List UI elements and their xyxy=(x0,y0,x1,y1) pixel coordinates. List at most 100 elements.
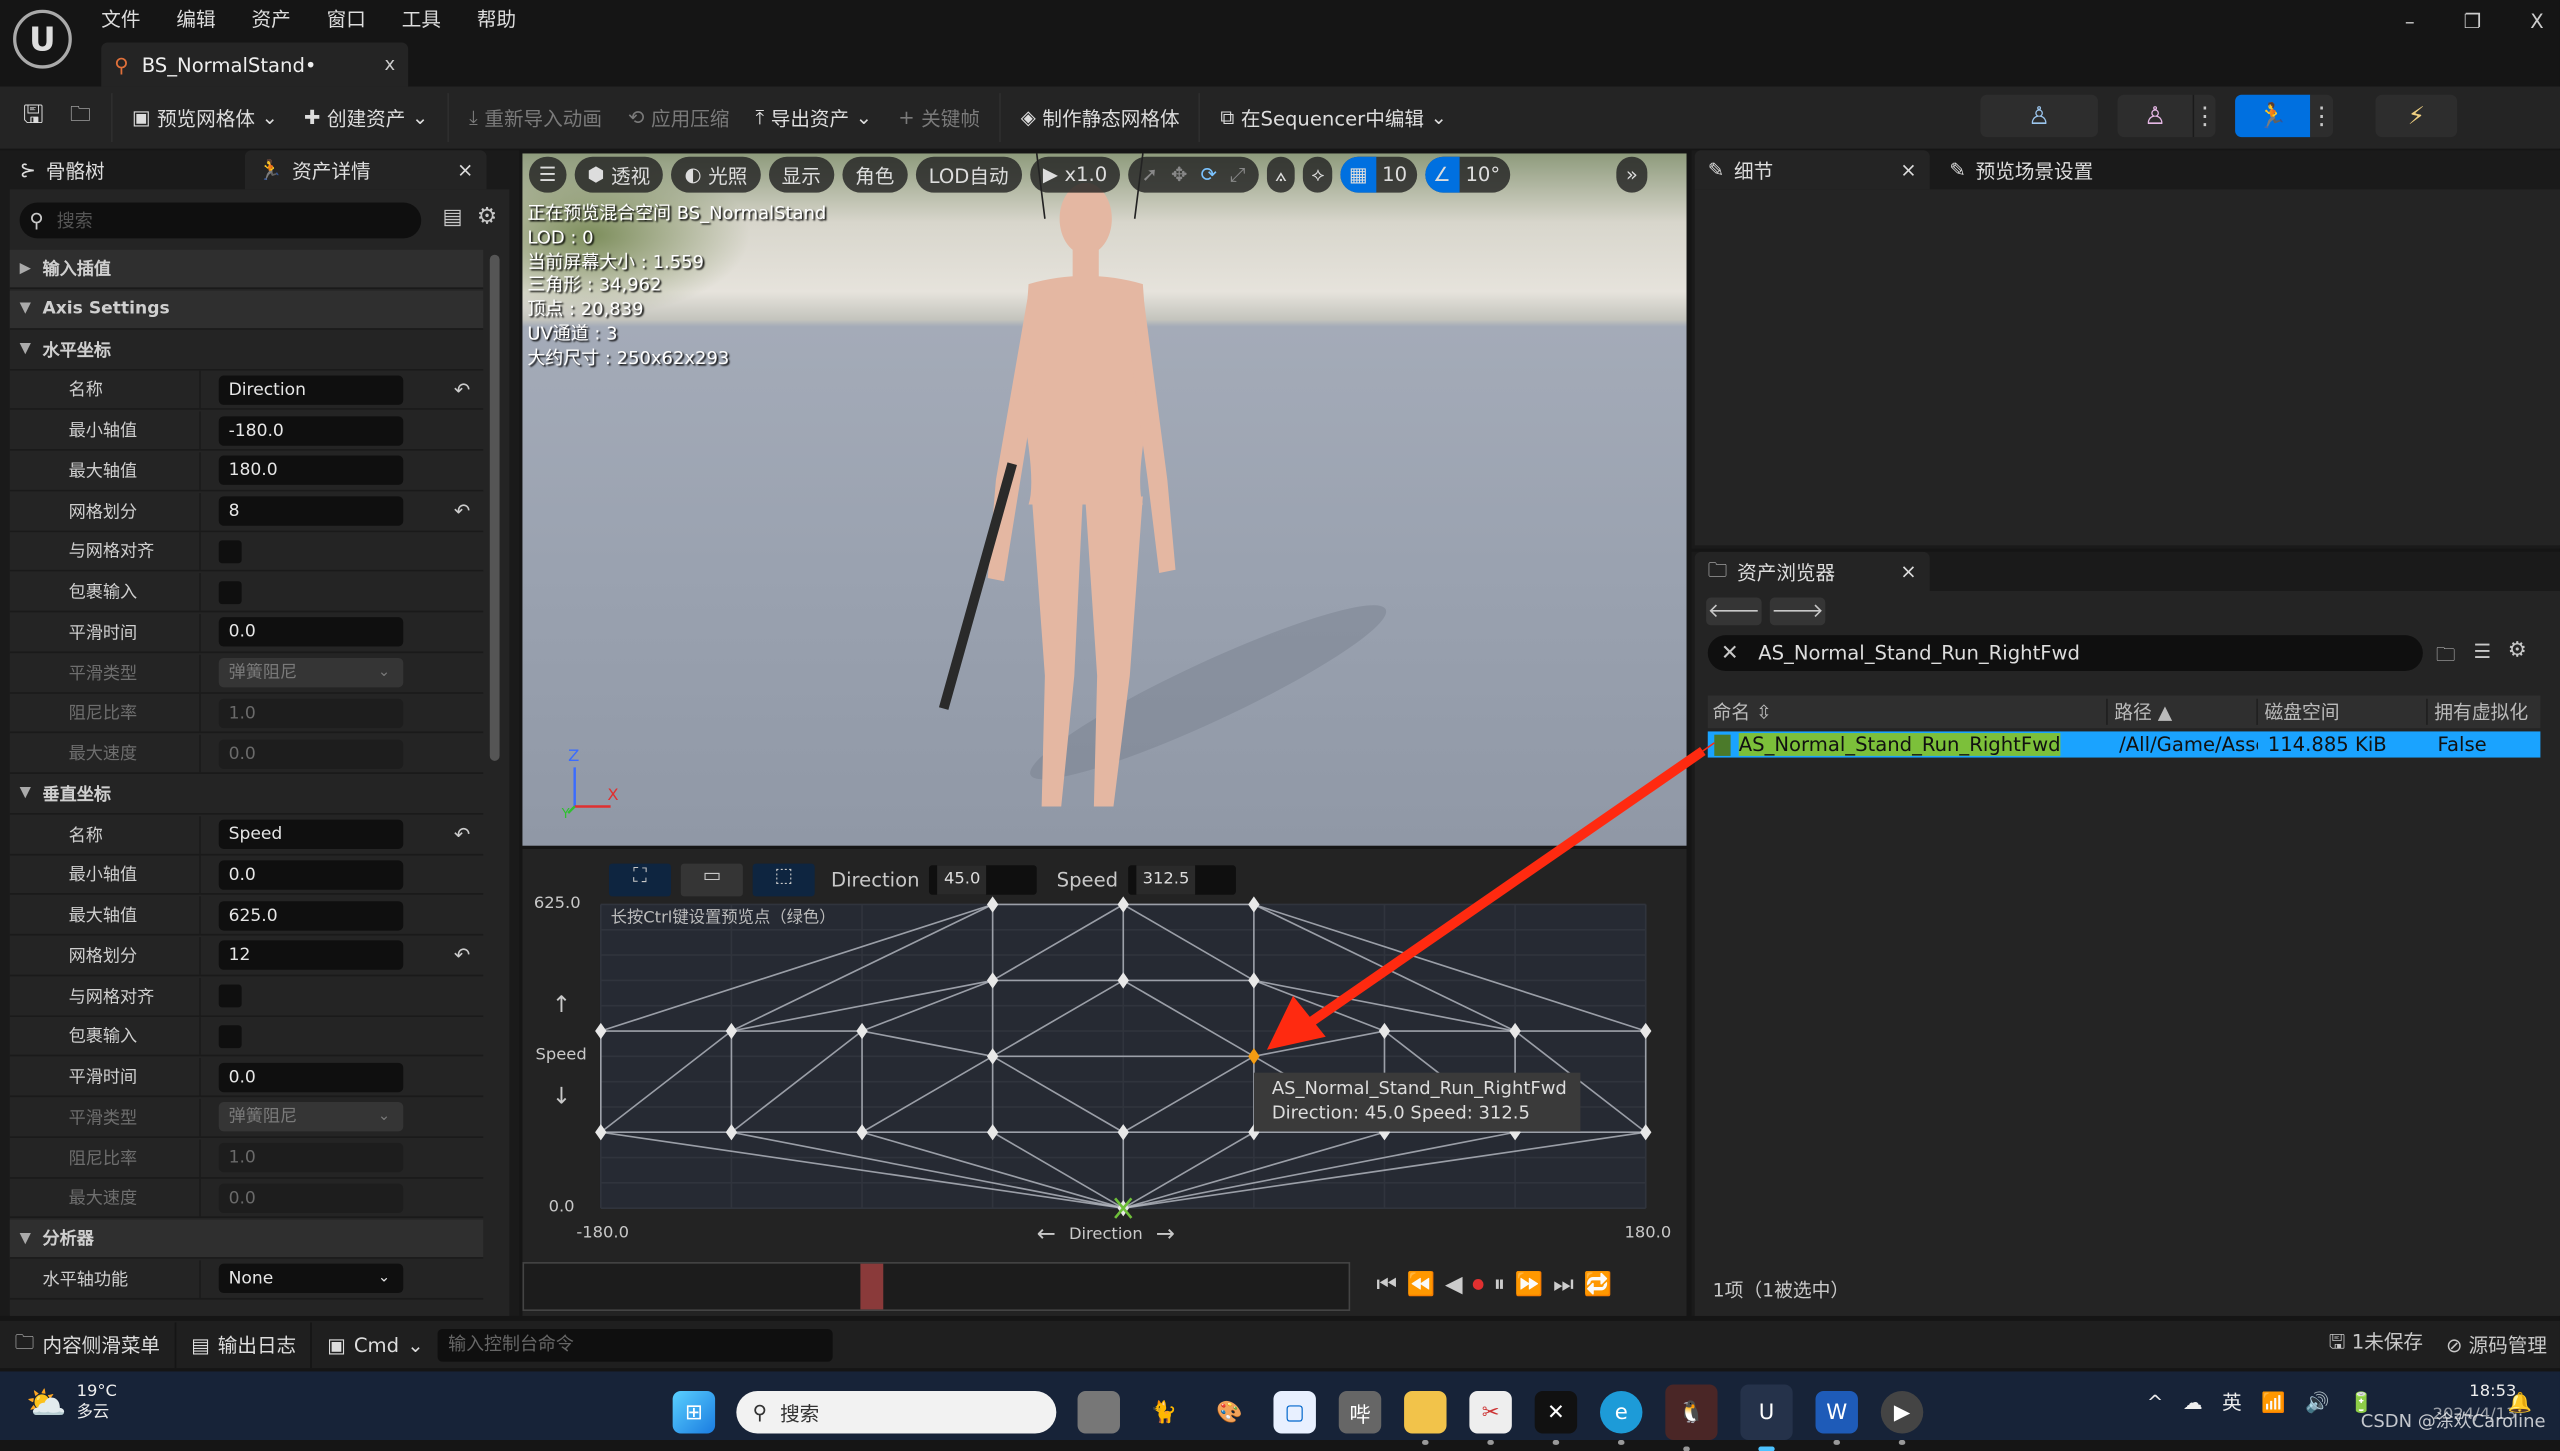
wifi-icon[interactable]: 📶 xyxy=(2261,1390,2285,1413)
animation-mode-button[interactable]: 🏃 xyxy=(2235,94,2311,138)
property-value-input[interactable]: 625.0 xyxy=(218,900,404,930)
folder-icon[interactable]: 🗀 xyxy=(2436,640,2456,674)
asset-search-input[interactable]: ✕ AS_Normal_Stand_Run_RightFwd xyxy=(1707,635,2423,672)
mesh-mode-button[interactable]: ♙ xyxy=(2117,94,2193,138)
character-button[interactable]: 角色 xyxy=(842,156,908,193)
toolbar-button-7[interactable]: ⧉ 在Sequencer中编辑 ⌄ xyxy=(1207,93,1460,142)
loop-button[interactable]: 🔁 xyxy=(1583,1272,1611,1298)
task-view-icon[interactable] xyxy=(1077,1391,1120,1434)
tab-asset-details[interactable]: 🏃 资产详情 × xyxy=(244,150,487,190)
snipping-tool-icon[interactable]: ✂ xyxy=(1469,1391,1512,1445)
input-method-indicator[interactable]: 英 xyxy=(2222,1388,2242,1416)
window-app-icon[interactable]: ▢ xyxy=(1273,1391,1316,1434)
preview-viewport[interactable]: ☰ ⬢ 透视 ◐ 光照 显示 角色 LOD自动 ▶ x1.0 ➚ ✥ ⟳ ⤢ ⟑ ⟡ ▦ 10… xyxy=(522,153,1687,846)
filter-icon[interactable]: ☰ xyxy=(2473,640,2491,663)
toolbar-button-1[interactable]: ✚ 创建资产 ⌄ xyxy=(291,93,441,142)
close-window-button[interactable]: X xyxy=(2530,10,2543,33)
step-forward-button[interactable]: ⏩ xyxy=(1515,1272,1543,1298)
unsaved-button[interactable]: 🖫 1未保存 xyxy=(2329,1327,2423,1361)
details-search-input[interactable]: ⚲ 搜索 xyxy=(19,202,422,239)
property-value-input[interactable]: Direction xyxy=(218,375,404,405)
tab-close-icon[interactable]: × xyxy=(1900,560,1916,583)
timeline-track[interactable] xyxy=(522,1262,1351,1312)
lighting-button[interactable]: ◐ 光照 xyxy=(671,156,761,193)
play-reverse-button[interactable]: ◀ xyxy=(1445,1272,1463,1298)
record-button[interactable]: ⏺ xyxy=(1472,1272,1483,1298)
toolbar-button-3[interactable]: ⟲ 应用压缩 xyxy=(615,93,742,142)
animation-mode-options[interactable]: ⋮ xyxy=(2309,94,2334,138)
property-value-input[interactable]: 8 xyxy=(218,496,404,526)
tab-close-icon[interactable]: x xyxy=(384,54,395,75)
triangle-right-icon[interactable]: ▶ xyxy=(20,260,31,276)
pause-button[interactable]: ⏸ xyxy=(1494,1272,1505,1298)
column-disk-size[interactable]: 磁盘空间 xyxy=(2258,698,2428,725)
misc-app-icon[interactable]: 哔 xyxy=(1338,1391,1382,1434)
minimize-button[interactable]: – xyxy=(2405,10,2415,33)
unreal-engine-taskbar-icon[interactable]: U xyxy=(1740,1384,1793,1451)
settings-gear-icon[interactable]: ⚙ xyxy=(2508,638,2527,662)
document-tab[interactable]: ⚲ BS_NormalStand• x xyxy=(101,42,409,87)
menu-file[interactable]: 文件 xyxy=(101,5,140,33)
property-value-input[interactable]: 0.0 xyxy=(218,617,404,647)
cat-app-icon[interactable]: 🐈 xyxy=(1143,1391,1185,1433)
save-button[interactable]: 🖫 xyxy=(10,93,57,142)
unreal-logo-icon[interactable]: U xyxy=(13,9,72,69)
tab-details[interactable]: ✎ 细节 × xyxy=(1694,150,1930,190)
edge-browser-icon[interactable]: e xyxy=(1599,1391,1643,1445)
category-header[interactable]: ▼ 垂直坐标 xyxy=(9,775,484,815)
clear-search-icon[interactable]: ✕ xyxy=(1721,641,1739,665)
toolbar-button-0[interactable]: ▣ 预览网格体 ⌄ xyxy=(119,93,291,142)
scale-icon[interactable]: ⤢ xyxy=(1230,162,1246,186)
browse-asset-button[interactable]: 🗀 xyxy=(57,93,104,142)
column-virtualized[interactable]: 拥有虚拟化 xyxy=(2428,699,2536,725)
reset-to-default-icon[interactable]: ↶ xyxy=(454,944,470,967)
output-log-button[interactable]: ▤ 输出日志 xyxy=(176,1321,313,1368)
property-checkbox[interactable] xyxy=(218,984,242,1008)
toolbar-button-5[interactable]: + 关键帧 xyxy=(885,93,993,142)
file-explorer-icon[interactable] xyxy=(1404,1391,1447,1445)
rotate-icon[interactable]: ⟳ xyxy=(1200,163,1216,186)
property-dropdown[interactable]: None ⌄ xyxy=(218,1264,404,1294)
property-value-input[interactable]: -180.0 xyxy=(218,415,404,445)
property-value-input[interactable]: 180.0 xyxy=(218,455,404,486)
chevron-up-icon[interactable]: ^ xyxy=(2147,1390,2163,1413)
angle-snap-button[interactable]: ∠ 10° xyxy=(1425,156,1510,193)
category-header[interactable]: ▼ Axis Settings xyxy=(9,290,484,330)
property-value-input[interactable]: 12 xyxy=(218,940,404,971)
timeline-playhead[interactable] xyxy=(860,1263,884,1310)
tab-close-icon[interactable]: × xyxy=(1900,158,1916,181)
property-value-input[interactable]: 0.0 xyxy=(218,859,404,890)
onedrive-cloud-icon[interactable]: ☁ xyxy=(2183,1390,2203,1413)
tab-close-icon[interactable]: × xyxy=(457,158,473,181)
triangle-down-icon[interactable]: ▼ xyxy=(20,786,31,802)
paint-app-icon[interactable]: 🎨 xyxy=(1208,1391,1250,1433)
menu-help[interactable]: 帮助 xyxy=(477,5,516,33)
category-header[interactable]: ▼ 分析器 xyxy=(9,1219,484,1259)
viewport-menu-button[interactable]: ☰ xyxy=(528,156,567,193)
skip-to-start-button[interactable]: ⏮ xyxy=(1376,1272,1397,1298)
tab-preview-scene-settings[interactable]: ✎ 预览场景设置 xyxy=(1936,150,2106,189)
media-player-icon[interactable]: ▶ xyxy=(1880,1391,1924,1445)
coordinate-system-button[interactable]: ⟑ xyxy=(1266,156,1296,193)
show-button[interactable]: 显示 xyxy=(768,156,834,193)
skeleton-mode-button[interactable]: ♙ xyxy=(1980,94,2098,138)
qq-icon[interactable]: 🐧 xyxy=(1665,1384,1718,1451)
property-checkbox[interactable] xyxy=(218,1024,242,1048)
cmd-dropdown[interactable]: ▣ Cmd ⌄ xyxy=(312,1322,438,1368)
toolbar-button-6[interactable]: ◈ 制作静态网格体 xyxy=(1008,93,1193,142)
translate-icon[interactable]: ✥ xyxy=(1171,163,1187,186)
console-input[interactable]: 输入控制台命令 xyxy=(438,1328,834,1361)
details-scrollbar[interactable] xyxy=(489,254,500,761)
asset-row[interactable]: AS_Normal_Stand_Run_RightFwd /All/Game/A… xyxy=(1707,731,2541,758)
word-icon[interactable]: W xyxy=(1815,1391,1858,1445)
reset-to-default-icon[interactable]: ↶ xyxy=(454,378,470,401)
select-icon[interactable]: ➚ xyxy=(1142,163,1158,186)
lod-button[interactable]: LOD自动 xyxy=(915,156,1022,193)
forward-button[interactable]: 🡒 xyxy=(1769,597,1826,626)
triangle-down-icon[interactable]: ▼ xyxy=(20,301,31,317)
settings-gear-icon[interactable]: ⚙ xyxy=(477,204,498,230)
table-view-icon[interactable]: ▤ xyxy=(442,206,462,230)
property-value-input[interactable]: 0.0 xyxy=(218,1062,404,1092)
taskbar-search[interactable]: ⚲ 搜索 xyxy=(736,1391,1057,1434)
property-checkbox[interactable] xyxy=(218,539,242,563)
